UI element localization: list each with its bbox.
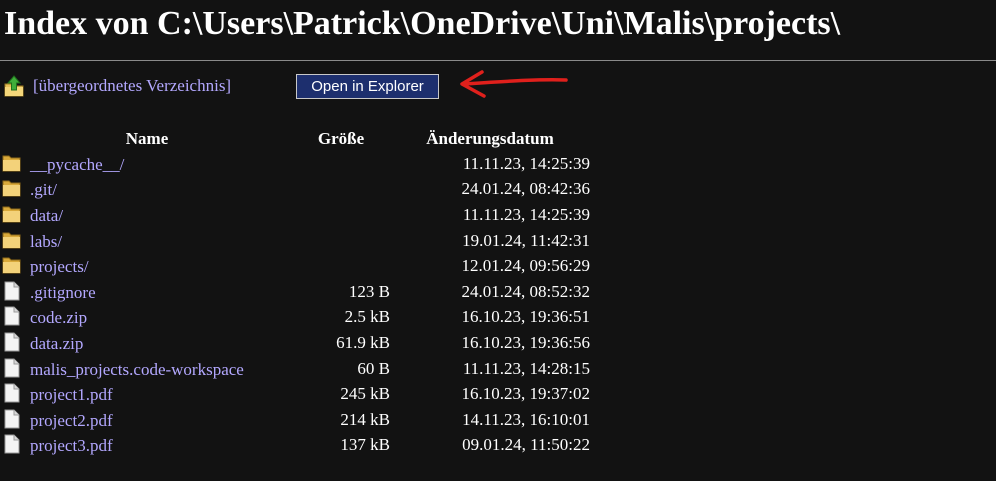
- table-row[interactable]: malis_projects.code-workspace 60 B 11.11.2…: [2, 356, 590, 382]
- file-icon: [2, 358, 22, 378]
- open-in-explorer-button[interactable]: Open in Explorer: [296, 74, 439, 99]
- title-divider: [0, 60, 996, 61]
- name-cell: project1.pdf: [2, 381, 292, 407]
- size-cell: [292, 202, 390, 228]
- page-title: Index von C:\Users\Patrick\OneDrive\Uni\…: [4, 5, 841, 42]
- name-cell: data/: [2, 202, 292, 228]
- size-cell: 60 B: [357, 358, 390, 378]
- parent-directory-row: [übergeordnetes Verzeichnis]: [4, 72, 231, 100]
- size-cell: [292, 253, 390, 279]
- folder-link[interactable]: .git/: [30, 180, 57, 199]
- table-header-row: Name Größe Änderungsdatum: [2, 126, 590, 151]
- name-cell: data.zip: [2, 330, 292, 356]
- table-row[interactable]: .gitignore 123 B 24.01.24, 08:52:32: [2, 279, 590, 305]
- modified-cell: 24.01.24, 08:42:36: [461, 179, 590, 199]
- table-row[interactable]: project1.pdf 245 kB 16.10.23, 19:37:02: [2, 381, 590, 407]
- modified-cell: 09.01.24, 11:50:22: [462, 435, 590, 455]
- size-cell: 61.9 kB: [336, 332, 390, 352]
- modified-cell: 11.11.23, 14:28:15: [462, 358, 590, 378]
- folder-link[interactable]: projects/: [30, 257, 89, 276]
- modified-cell: 14.11.23, 16:10:01: [462, 409, 590, 429]
- size-cell: 245 kB: [340, 384, 390, 404]
- table-row[interactable]: data.zip 61.9 kB 16.10.23, 19:36:56: [2, 330, 590, 356]
- size-cell: [292, 228, 390, 254]
- size-cell: [292, 177, 390, 203]
- size-cell: 2.5 kB: [344, 307, 390, 327]
- size-cell: 123 B: [348, 281, 390, 301]
- modified-cell: 11.11.23, 14:25:39: [462, 153, 590, 173]
- file-link[interactable]: code.zip: [30, 308, 87, 327]
- modified-cell: 19.01.24, 11:42:31: [462, 230, 590, 250]
- file-link[interactable]: project1.pdf: [30, 385, 113, 404]
- modified-cell: 12.01.24, 09:56:29: [461, 256, 590, 276]
- name-cell: code.zip: [2, 305, 292, 331]
- table-row[interactable]: labs/19.01.24, 11:42:31: [2, 228, 590, 254]
- modified-cell: 16.10.23, 19:37:02: [461, 384, 590, 404]
- folder-link[interactable]: __pycache__/: [30, 155, 124, 174]
- file-link[interactable]: data.zip: [30, 334, 83, 353]
- file-icon: [2, 306, 22, 326]
- folder-icon: [2, 255, 22, 275]
- name-cell: malis_projects.code-workspace: [2, 356, 292, 382]
- file-link[interactable]: malis_projects.code-workspace: [30, 360, 244, 379]
- table-row[interactable]: projects/12.01.24, 09:56:29: [2, 253, 590, 279]
- name-cell: .gitignore: [2, 279, 292, 305]
- file-icon: [2, 409, 22, 429]
- modified-cell: 24.01.24, 08:52:32: [461, 281, 590, 301]
- table-row[interactable]: project3.pdf 137 kB 09.01.24, 11:50:22: [2, 433, 590, 459]
- file-listing-table: Name Größe Änderungsdatum __pycache__/ 11…: [2, 126, 590, 458]
- size-cell: [292, 151, 390, 177]
- column-header-size[interactable]: Größe: [292, 126, 390, 151]
- table-row[interactable]: project2.pdf 214 kB 14.11.23, 16:10:01: [2, 407, 590, 433]
- name-cell: .git/: [2, 177, 292, 203]
- file-icon: [2, 332, 22, 352]
- size-cell: 214 kB: [340, 409, 390, 429]
- name-cell: __pycache__/: [2, 151, 292, 177]
- name-cell: projects/: [2, 253, 292, 279]
- modified-cell: 11.11.23, 14:25:39: [462, 204, 590, 224]
- name-cell: labs/: [2, 228, 292, 254]
- folder-link[interactable]: data/: [30, 206, 63, 225]
- file-icon: [2, 383, 22, 403]
- folder-link[interactable]: labs/: [30, 232, 62, 251]
- file-icon: [2, 281, 22, 301]
- table-row[interactable]: code.zip 2.5 kB 16.10.23, 19:36:51: [2, 305, 590, 331]
- folder-icon: [2, 153, 22, 173]
- table-row[interactable]: data/11.11.23, 14:25:39: [2, 202, 590, 228]
- table-row[interactable]: .git/24.01.24, 08:42:36: [2, 177, 590, 203]
- folder-up-icon[interactable]: [4, 75, 24, 97]
- column-header-modified[interactable]: Änderungsdatum: [390, 126, 590, 151]
- folder-icon: [2, 230, 22, 250]
- file-link[interactable]: project3.pdf: [30, 436, 113, 455]
- file-list: __pycache__/11.11.23, 14:25:39 .git/24.01…: [2, 151, 590, 458]
- name-cell: project3.pdf: [2, 433, 292, 459]
- file-link[interactable]: project2.pdf: [30, 411, 113, 430]
- red-arrow-annotation: [460, 70, 568, 98]
- folder-icon: [2, 178, 22, 198]
- folder-icon: [2, 204, 22, 224]
- name-cell: project2.pdf: [2, 407, 292, 433]
- modified-cell: 16.10.23, 19:36:51: [461, 307, 590, 327]
- file-link[interactable]: .gitignore: [30, 283, 96, 302]
- size-cell: 137 kB: [340, 435, 390, 455]
- column-header-name[interactable]: Name: [2, 126, 292, 151]
- file-icon: [2, 434, 22, 454]
- parent-directory-link[interactable]: [übergeordnetes Verzeichnis]: [33, 76, 231, 96]
- modified-cell: 16.10.23, 19:36:56: [461, 332, 590, 352]
- table-row[interactable]: __pycache__/ 11.11.23, 14:25:39: [2, 151, 590, 177]
